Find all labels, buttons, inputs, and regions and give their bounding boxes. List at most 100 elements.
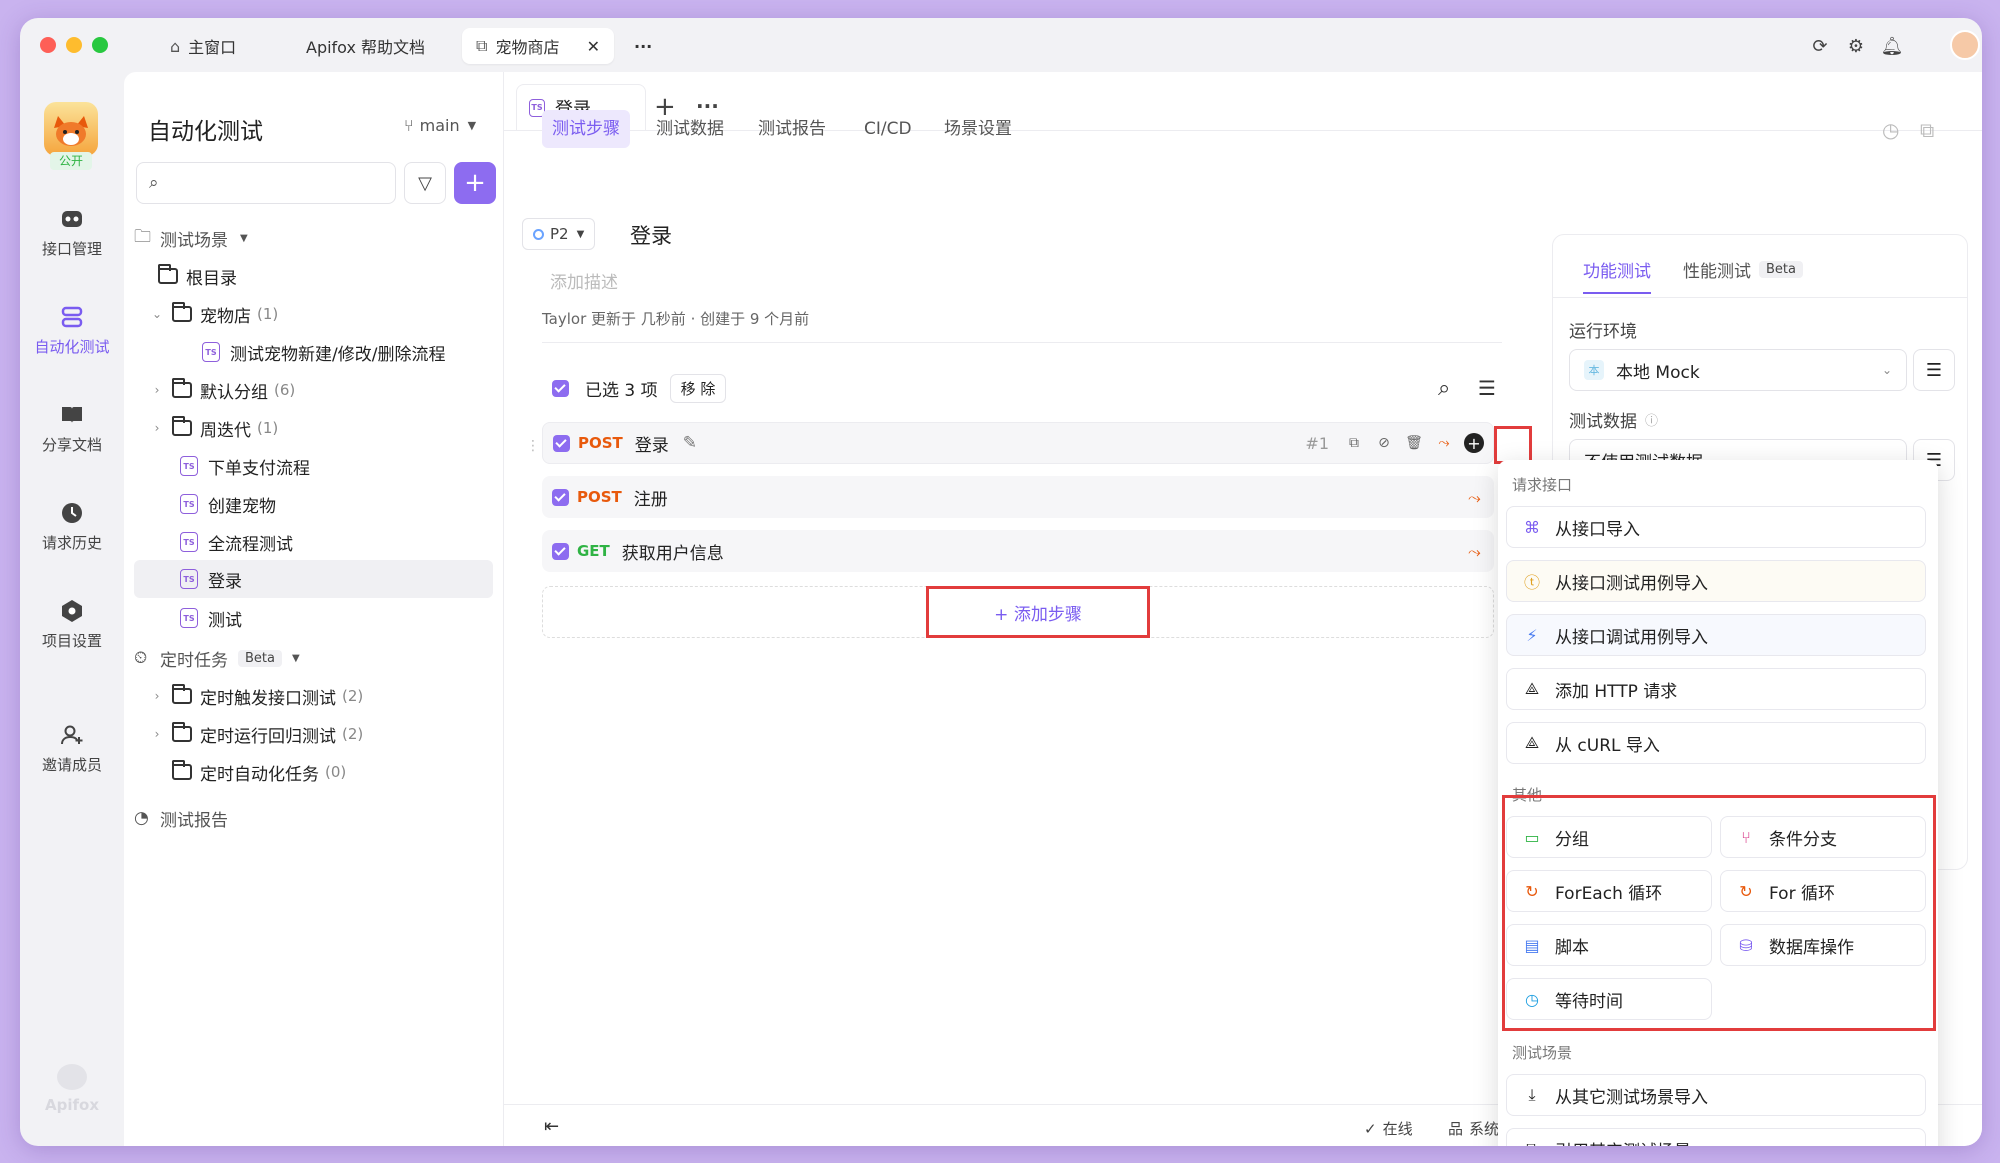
- tree-label: 创建宠物: [208, 496, 276, 517]
- project-avatar[interactable]: [44, 102, 98, 156]
- tree-item-scene[interactable]: TS 测试宠物新建/修改/删除流程: [134, 334, 493, 370]
- chevron-down-icon: ▼: [576, 228, 585, 240]
- network-icon: 品: [1448, 1120, 1464, 1138]
- tree-item-scene[interactable]: TS 创建宠物: [134, 486, 493, 522]
- rail-invite-members[interactable]: 邀请成员: [20, 722, 124, 775]
- brand-label: Apifox: [45, 1096, 99, 1114]
- scenes-folder-icon: 🗀︎: [134, 226, 151, 247]
- tree-section-scenes[interactable]: 🗀︎ 测试场景 ▼: [134, 220, 493, 256]
- menu-label: 从 cURL 导入: [1555, 735, 1660, 756]
- disable-icon[interactable]: ⊘: [1369, 428, 1399, 458]
- tree-item-default-group[interactable]: › 默认分组 (6): [134, 372, 493, 408]
- subtab-test-steps[interactable]: 测试步骤: [542, 110, 630, 148]
- subtab-cicd[interactable]: CI/CD: [854, 110, 922, 148]
- tree-item-scene[interactable]: TS 下单支付流程: [134, 448, 493, 484]
- step-row[interactable]: POST 注册: [542, 476, 1494, 518]
- panel-divider: [1553, 297, 1967, 298]
- collapse-sidebar-icon[interactable]: ⇤: [544, 1116, 559, 1137]
- tree-item-pet-store[interactable]: ⌄ 宠物店 (1): [134, 296, 493, 332]
- menu-item-import-from-debug-case[interactable]: ⚡︎ 从接口调试用例导入: [1506, 614, 1926, 656]
- close-window-button[interactable]: [40, 37, 56, 53]
- section-title: 请求接口: [1512, 476, 1573, 494]
- step-checkbox[interactable]: [552, 488, 569, 506]
- menu-item-import-curl[interactable]: ⟁ 从 cURL 导入: [1506, 722, 1926, 764]
- subtab-test-data[interactable]: 测试数据: [646, 110, 734, 148]
- branch-selector[interactable]: ⑂ main ▼: [404, 116, 476, 135]
- tree-item-scheduled[interactable]: › 定时触发接口测试 (2): [134, 678, 493, 714]
- rail-request-history[interactable]: 请求历史: [20, 500, 124, 553]
- subtab-test-report[interactable]: 测试报告: [748, 110, 836, 148]
- step-row[interactable]: POST 登录 ✎ #1 ⧉ ⊘ 🗑︎ ⤳ +: [542, 422, 1494, 464]
- sort-list-icon[interactable]: ☰: [1478, 376, 1496, 400]
- filter-button[interactable]: ▽: [404, 162, 446, 204]
- env-select[interactable]: 本 本地 Mock ⌄: [1569, 349, 1907, 391]
- add-step-menu-button[interactable]: +: [1459, 428, 1489, 458]
- step-name: 登录: [634, 435, 669, 456]
- alarm-clock-icon: ⏲︎: [134, 648, 148, 668]
- tree-item-scene[interactable]: TS 全流程测试: [134, 524, 493, 560]
- avatar[interactable]: [1950, 30, 1980, 60]
- subtab-scene-settings[interactable]: 场景设置: [934, 110, 1022, 148]
- history-icon[interactable]: ◷: [1882, 118, 1899, 142]
- step-checkbox[interactable]: [552, 542, 569, 560]
- copy-link-icon[interactable]: ⧉: [1920, 118, 1934, 142]
- tab-functional-test[interactable]: 功能测试: [1583, 257, 1651, 294]
- select-all-checkbox[interactable]: [552, 380, 569, 397]
- online-status[interactable]: ✓ 在线: [1364, 1118, 1413, 1139]
- data-label: 测试数据: [1569, 412, 1637, 432]
- priority-selector[interactable]: P2 ▼: [522, 218, 596, 250]
- tree-item-scheduled[interactable]: 定时自动化任务 (0): [134, 754, 493, 790]
- highlight-box: [1494, 426, 1532, 464]
- route-icon[interactable]: ⤳: [1468, 542, 1481, 562]
- system-status[interactable]: 品 系统: [1448, 1118, 1499, 1139]
- scene-title[interactable]: 登录: [630, 220, 672, 250]
- edit-icon[interactable]: ✎: [683, 433, 697, 453]
- tab-main-window[interactable]: ⌂ 主窗口: [156, 28, 250, 64]
- selected-count: 已选 3 项: [585, 381, 658, 401]
- search-field[interactable]: ⌕: [136, 162, 396, 204]
- tree-item-scene[interactable]: TS 测试: [134, 600, 493, 636]
- description-field[interactable]: 添加描述: [550, 268, 618, 293]
- step-row[interactable]: GET 获取用户信息: [542, 530, 1494, 572]
- env-list-button[interactable]: ☰: [1913, 349, 1955, 391]
- search-input[interactable]: [166, 174, 367, 192]
- menu-item-import-scene[interactable]: ⤓ 从其它测试场景导入: [1506, 1074, 1926, 1116]
- menu-item-reference-scene[interactable]: ⧉ 引用其它测试场景: [1506, 1128, 1926, 1146]
- trash-icon[interactable]: 🗑︎: [1399, 428, 1429, 458]
- refresh-icon[interactable]: ⟳: [1808, 34, 1832, 58]
- maximize-window-button[interactable]: [92, 37, 108, 53]
- left-rail: 公开 接口管理 自动化测试 分享文档 请求历史 项目设置 邀请成员 Apifox: [20, 72, 124, 1146]
- tree-section-scheduled[interactable]: ⏲︎ 定时任务 Beta ▼: [134, 640, 493, 676]
- tree-item-scene-selected[interactable]: TS 登录: [134, 560, 493, 598]
- menu-item-import-from-api[interactable]: ⌘ 从接口导入: [1506, 506, 1926, 548]
- tab-help-docs[interactable]: Apifox 帮助文档: [292, 28, 439, 64]
- rail-api-management[interactable]: 接口管理: [20, 206, 124, 259]
- menu-item-add-http-request[interactable]: ⟁ 添加 HTTP 请求: [1506, 668, 1926, 710]
- copy-icon[interactable]: ⧉: [1339, 428, 1369, 458]
- more-tabs-button[interactable]: ···: [620, 28, 666, 64]
- add-button[interactable]: +: [454, 162, 496, 204]
- tab-pet-store[interactable]: ⧉ 宠物商店 ✕: [462, 28, 614, 64]
- tree-section-reports[interactable]: ◔ 测试报告: [134, 800, 493, 836]
- bell-icon[interactable]: 🔔︎: [1880, 34, 1904, 58]
- env-value: 本地 Mock: [1616, 362, 1700, 383]
- route-icon[interactable]: ⤳: [1468, 488, 1481, 508]
- close-tab-icon[interactable]: ✕: [587, 37, 600, 56]
- tab-performance-test[interactable]: 性能测试 Beta: [1683, 257, 1803, 282]
- test-data-label-row: 测试数据 ⓘ: [1569, 407, 1658, 432]
- rail-share-docs[interactable]: 分享文档: [20, 402, 124, 455]
- search-icon[interactable]: ⌕: [1438, 376, 1450, 401]
- rail-project-settings[interactable]: 项目设置: [20, 598, 124, 651]
- step-checkbox[interactable]: [553, 434, 570, 452]
- add-step-button[interactable]: + 添加步骤: [926, 586, 1150, 638]
- remove-button[interactable]: 移 除: [669, 374, 727, 403]
- menu-item-import-from-test-case[interactable]: ⓣ 从接口测试用例导入: [1506, 560, 1926, 602]
- tree-item-weekly[interactable]: › 周迭代 (1): [134, 410, 493, 446]
- minimize-window-button[interactable]: [66, 37, 82, 53]
- tree-item-root[interactable]: 根目录: [134, 258, 493, 294]
- rail-automation-test[interactable]: 自动化测试: [20, 304, 124, 357]
- gear-icon[interactable]: ⚙: [1844, 34, 1868, 58]
- route-icon[interactable]: ⤳: [1429, 428, 1459, 458]
- tab-label: 性能测试: [1683, 262, 1751, 282]
- tree-item-scheduled[interactable]: › 定时运行回归测试 (2): [134, 716, 493, 752]
